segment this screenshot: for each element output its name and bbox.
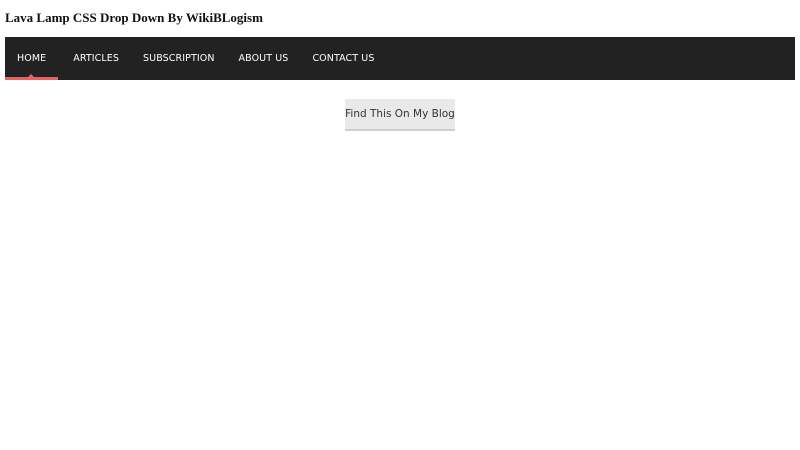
main-nav-bar: HOME ARTICLES SUBSCRIPTION ABOUT US CONT… bbox=[5, 37, 795, 80]
lava-lamp-indicator bbox=[5, 77, 58, 80]
nav-item-label: ABOUT US bbox=[238, 53, 289, 64]
page-title: Lava Lamp CSS Drop Down By WikiBLogism bbox=[5, 10, 263, 25]
nav-item-articles[interactable]: ARTICLES bbox=[61, 37, 131, 80]
nav-item-label: CONTACT US bbox=[312, 53, 375, 64]
find-on-blog-button[interactable]: Find This On My Blog bbox=[345, 99, 455, 131]
nav-item-label: SUBSCRIPTION bbox=[143, 53, 215, 64]
nav-item-subscription[interactable]: SUBSCRIPTION bbox=[131, 37, 227, 80]
nav-item-label: ARTICLES bbox=[73, 53, 120, 64]
lava-lamp-notch-icon bbox=[28, 74, 34, 77]
nav-item-about-us[interactable]: ABOUT US bbox=[227, 37, 301, 80]
nav-item-contact-us[interactable]: CONTACT US bbox=[300, 37, 386, 80]
nav-item-label: HOME bbox=[17, 53, 47, 64]
